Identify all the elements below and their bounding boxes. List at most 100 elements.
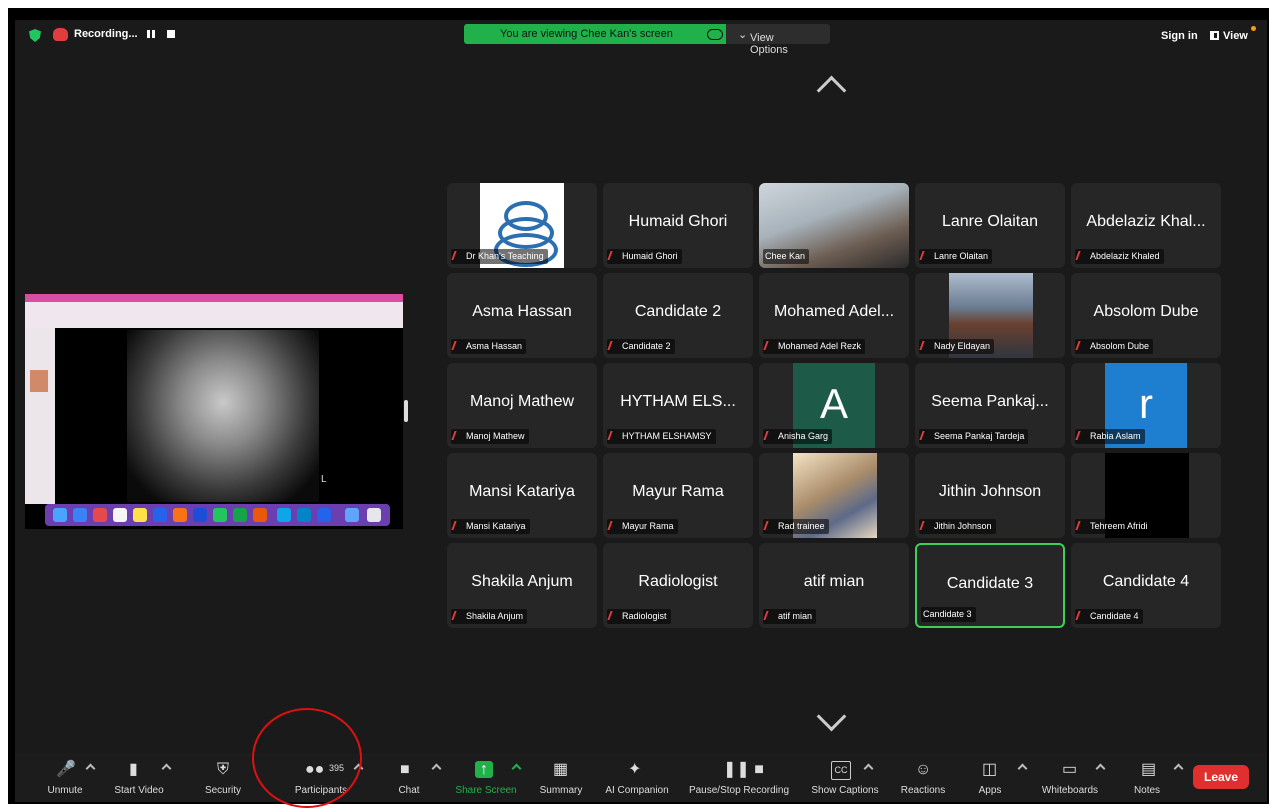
leave-button[interactable]: Leave bbox=[1193, 765, 1249, 789]
finder-icon bbox=[53, 508, 67, 522]
sign-in-button[interactable]: Sign in bbox=[1161, 30, 1198, 42]
muted-mic-icon bbox=[607, 251, 620, 260]
summary-button[interactable]: ▦ Summary bbox=[533, 753, 589, 802]
audio-options-caret[interactable] bbox=[85, 763, 96, 774]
participant-tile[interactable]: Chee Kan bbox=[759, 183, 909, 268]
pause-stop-recording-button[interactable]: ❚❚ ■ Pause/Stop Recording bbox=[683, 753, 795, 802]
share-screen-button[interactable]: ↑ Share Screen bbox=[451, 753, 522, 802]
participant-name-label: Manoj Mathew bbox=[451, 429, 529, 444]
slide-thumbnail bbox=[30, 370, 48, 392]
spotify-icon bbox=[233, 508, 247, 522]
stop-recording-icon[interactable] bbox=[167, 30, 175, 38]
muted-mic-icon bbox=[451, 341, 464, 350]
resize-handle[interactable] bbox=[404, 400, 408, 422]
security-button[interactable]: ⛨ Security bbox=[195, 753, 251, 802]
notification-dot bbox=[1251, 26, 1256, 31]
chat-button[interactable]: ■ Chat bbox=[387, 753, 442, 802]
participant-tile[interactable]: Tehreem Afridi bbox=[1071, 453, 1221, 538]
participant-display-name: Lanre Olaitan bbox=[941, 213, 1039, 230]
show-captions-button[interactable]: CC Show Captions bbox=[805, 753, 885, 802]
unmute-button[interactable]: 🎤 Unmute bbox=[35, 753, 96, 802]
view-options-button[interactable]: View Options ⌄ bbox=[726, 24, 830, 56]
whiteboards-options-caret[interactable] bbox=[1095, 763, 1106, 774]
participant-name: Dr Khan's Teaching bbox=[466, 251, 544, 261]
participant-name: Shakila Anjum bbox=[466, 611, 524, 621]
participant-tile[interactable]: Seema Pankaj... Seema Pankaj Tardeja bbox=[915, 363, 1065, 448]
participant-name-label: Mohamed Adel Rezk bbox=[763, 339, 866, 354]
participant-name: Mohamed Adel Rezk bbox=[778, 341, 862, 351]
participant-name-label: Tehreem Afridi bbox=[1075, 519, 1152, 534]
books-icon bbox=[173, 508, 187, 522]
scroll-down-icon[interactable] bbox=[816, 701, 847, 732]
participant-tile[interactable]: Mayur Rama Mayur Rama bbox=[603, 453, 753, 538]
notes-button[interactable]: ▤ Notes bbox=[1125, 753, 1184, 802]
mac-menu-bar bbox=[25, 294, 403, 302]
participant-tile[interactable]: Candidate 4 Candidate 4 bbox=[1071, 543, 1221, 628]
summary-document-icon: ▦ bbox=[553, 761, 569, 778]
participant-tile[interactable]: Asma Hassan Asma Hassan bbox=[447, 273, 597, 358]
share-options-caret[interactable] bbox=[511, 763, 522, 774]
notes-options-caret[interactable] bbox=[1173, 763, 1184, 774]
participant-tile[interactable]: Dr Khan's Teaching bbox=[447, 183, 597, 268]
participant-display-name: Candidate 4 bbox=[1102, 573, 1190, 590]
participant-tile[interactable]: Manoj Mathew Manoj Mathew bbox=[447, 363, 597, 448]
participant-name-label: Candidate 4 bbox=[1075, 609, 1143, 624]
smiley-icon: ☺ bbox=[915, 761, 932, 778]
chat-options-caret[interactable] bbox=[431, 763, 442, 774]
apps-button[interactable]: ◫ Apps bbox=[965, 753, 1028, 802]
ai-companion-button[interactable]: ✦ AI Companion bbox=[599, 753, 675, 802]
scroll-up-icon[interactable] bbox=[816, 75, 847, 106]
view-button[interactable]: View bbox=[1210, 30, 1248, 42]
reactions-button[interactable]: ☺ Reactions bbox=[895, 753, 951, 802]
participant-display-name: Mayur Rama bbox=[632, 483, 724, 500]
muted-mic-icon bbox=[763, 611, 776, 620]
participant-tile[interactable]: Candidate 2 Candidate 2 bbox=[603, 273, 753, 358]
apps-label: Apps bbox=[978, 785, 1002, 796]
pause-recording-icon[interactable] bbox=[147, 30, 155, 38]
shield-icon[interactable] bbox=[29, 29, 41, 42]
shared-screen-view[interactable]: L bbox=[25, 294, 403, 529]
participant-tile[interactable]: Rad trainee bbox=[759, 453, 909, 538]
participant-tile[interactable]: Shakila Anjum Shakila Anjum bbox=[447, 543, 597, 628]
participant-tile[interactable]: Mohamed Adel... Mohamed Adel Rezk bbox=[759, 273, 909, 358]
folder-icon bbox=[345, 508, 359, 522]
participant-tile[interactable]: r Rabia Aslam bbox=[1071, 363, 1221, 448]
participant-display-name: Abdelaziz Khal... bbox=[1086, 213, 1206, 230]
participant-display-name: Mohamed Adel... bbox=[773, 303, 895, 320]
participant-tile[interactable]: Humaid Ghori Humaid Ghori bbox=[603, 183, 753, 268]
view-layout-icon bbox=[1210, 31, 1219, 40]
participant-tile[interactable]: A Anisha Garg bbox=[759, 363, 909, 448]
participant-tile[interactable]: HYTHAM ELS... HYTHAM ELSHAMSY bbox=[603, 363, 753, 448]
participant-tile[interactable]: Lanre Olaitan Lanre Olaitan bbox=[915, 183, 1065, 268]
word-icon bbox=[193, 508, 207, 522]
participant-display-name: atif mian bbox=[803, 573, 865, 590]
participant-tile[interactable]: Nady Eldayan bbox=[915, 273, 1065, 358]
participant-tile[interactable]: Mansi Katariya Mansi Katariya bbox=[447, 453, 597, 538]
muted-mic-icon bbox=[607, 341, 620, 350]
pause-stop-icon: ❚❚ ■ bbox=[723, 761, 764, 778]
apps-options-caret[interactable] bbox=[1017, 763, 1028, 774]
participant-name-label: Nady Eldayan bbox=[919, 339, 995, 354]
participant-name-label: Asma Hassan bbox=[451, 339, 527, 354]
whatsapp-icon bbox=[213, 508, 227, 522]
participant-name: Humaid Ghori bbox=[622, 251, 678, 261]
safari-icon bbox=[73, 508, 87, 522]
ai-companion-label: AI Companion bbox=[605, 785, 669, 796]
participant-tile[interactable]: Jithin Johnson Jithin Johnson bbox=[915, 453, 1065, 538]
participant-tile[interactable]: Radiologist Radiologist bbox=[603, 543, 753, 628]
whiteboards-button[interactable]: ▭ Whiteboards bbox=[1035, 753, 1106, 802]
captions-options-caret[interactable] bbox=[863, 763, 874, 774]
cloud-icon bbox=[707, 29, 723, 40]
chat-label: Chat bbox=[398, 785, 420, 796]
view-options-label: View Options ⌄ bbox=[738, 29, 788, 56]
participant-display-name: Seema Pankaj... bbox=[931, 393, 1049, 410]
participant-tile[interactable]: atif mian atif mian bbox=[759, 543, 909, 628]
participant-tile[interactable]: Absolom Dube Absolom Dube bbox=[1071, 273, 1221, 358]
muted-mic-icon bbox=[919, 341, 932, 350]
participant-name: Tehreem Afridi bbox=[1090, 521, 1148, 531]
participant-tile[interactable]: Abdelaziz Khal... Abdelaziz Khaled bbox=[1071, 183, 1221, 268]
muted-mic-icon bbox=[451, 431, 464, 440]
start-video-button[interactable]: ▮ Start Video bbox=[103, 753, 175, 802]
video-options-caret[interactable] bbox=[161, 763, 172, 774]
participant-tile[interactable]: Candidate 3 Candidate 3 bbox=[915, 543, 1065, 628]
